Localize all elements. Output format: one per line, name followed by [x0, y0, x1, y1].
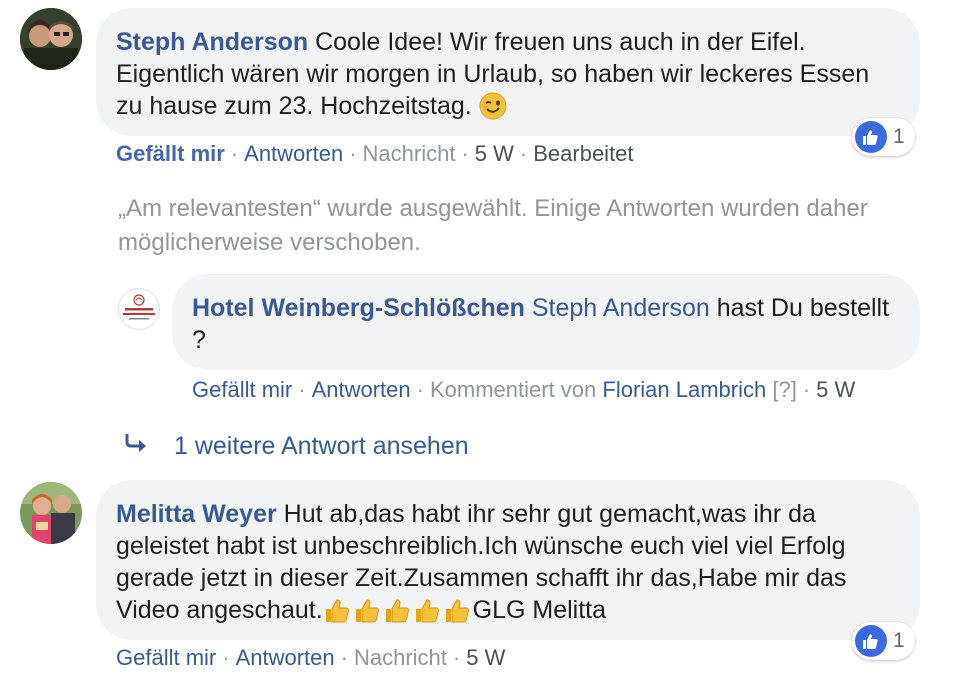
avatar-steph-anderson[interactable] — [20, 8, 82, 70]
like-reaction-icon — [855, 625, 887, 657]
like-button[interactable]: Gefällt mir — [192, 377, 292, 402]
separator: · — [519, 141, 528, 166]
view-more-replies[interactable]: 1 weitere Antwort ansehen — [124, 432, 469, 461]
separator: · — [222, 645, 230, 670]
comment-body: Melitta Weyer Hut ab,das habt ihr sehr g… — [116, 498, 900, 632]
timestamp[interactable]: 5 W — [816, 377, 855, 402]
message-button[interactable]: Nachricht — [363, 141, 456, 166]
commented-by-name[interactable]: Florian Lambrich — [602, 377, 766, 402]
separator: · — [802, 377, 811, 402]
separator: · — [230, 141, 239, 166]
comment-signature: GLG Melitta — [472, 596, 607, 624]
separator: · — [416, 377, 424, 402]
thumbs-up-icon — [323, 596, 351, 632]
reaction-count: 1 — [893, 125, 905, 148]
message-button[interactable]: Nachricht — [354, 645, 447, 670]
like-button[interactable]: Gefällt mir — [116, 645, 216, 670]
reply-author[interactable]: Hotel Weinberg-Schlößchen — [192, 294, 525, 322]
reply-bubble: Hotel Weinberg-Schlößchen Steph Anderson… — [172, 274, 920, 370]
reaction-summary[interactable]: 1 — [852, 118, 915, 156]
thumbs-up-icon — [353, 596, 381, 632]
separator: · — [340, 645, 348, 670]
timestamp[interactable]: 5 W — [475, 141, 514, 166]
separator: · — [298, 377, 306, 402]
avatar-photo — [20, 482, 82, 544]
hotel-logo-icon — [123, 294, 155, 320]
reaction-summary[interactable]: 1 — [852, 622, 915, 660]
timestamp[interactable]: 5 W — [466, 645, 505, 670]
reply-actions: Gefällt mir · Antworten · Kommentiert von Fl… — [192, 375, 855, 405]
comment-author[interactable]: Melitta Weyer — [116, 500, 277, 528]
thumbs-up-icon — [413, 596, 441, 632]
reply-arrow-icon — [124, 432, 152, 461]
reply-button[interactable]: Antworten — [244, 141, 343, 166]
separator: · — [349, 141, 357, 166]
comment-author[interactable]: Steph Anderson — [116, 28, 308, 56]
tagged-user[interactable]: Steph Anderson — [532, 294, 710, 322]
avatar-melitta-weyer[interactable] — [20, 482, 82, 544]
comment-actions: Gefällt mir · Antworten · Nachricht · 5 W · Bear… — [116, 139, 634, 169]
avatar-photo — [20, 8, 82, 70]
reply-button[interactable]: Antworten — [236, 645, 335, 670]
commented-by-label: Kommentiert von — [429, 377, 597, 402]
thumbs-up-icon — [383, 596, 411, 632]
reply-body: Hotel Weinberg-Schlößchen Steph Anderson… — [192, 292, 900, 356]
like-button[interactable]: Gefällt mir — [116, 141, 225, 166]
avatar-hotel-weinberg[interactable] — [118, 288, 160, 330]
comment-bubble: Steph Anderson Coole Idee! Wir freuen un… — [96, 8, 920, 136]
thumbs-up-emojis — [323, 596, 473, 624]
like-reaction-icon — [855, 121, 887, 153]
separator: · — [461, 141, 469, 166]
reply-button[interactable]: Antworten — [312, 377, 411, 402]
separator: · — [452, 645, 461, 670]
view-more-replies-label: 1 weitere Antwort ansehen — [174, 432, 469, 460]
winking-face-icon — [479, 92, 507, 128]
edited-label[interactable]: Bearbeitet — [533, 141, 633, 166]
comment-body: Steph Anderson Coole Idee! Wir freuen un… — [116, 26, 900, 128]
comment-actions: Gefällt mir · Antworten · Nachricht · 5 W — [116, 643, 505, 673]
thumbs-up-icon — [443, 596, 471, 632]
help-link[interactable]: [?] — [772, 377, 796, 402]
reaction-count: 1 — [893, 629, 905, 652]
comment-bubble: Melitta Weyer Hut ab,das habt ihr sehr g… — [96, 480, 920, 640]
relevance-notice: „Am relevantesten“ wurde ausgewählt. Ein… — [118, 195, 868, 256]
